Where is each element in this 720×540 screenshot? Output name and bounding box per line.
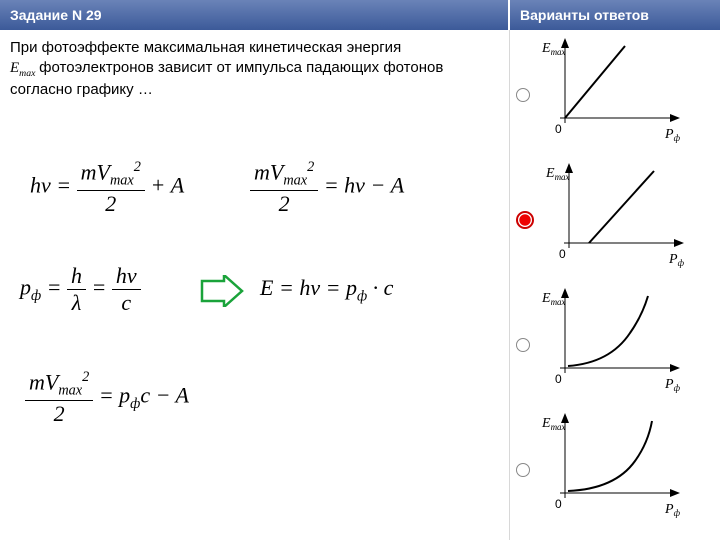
eq-mv2-sup: 2 (307, 159, 314, 175)
q-line2: фотоэлектронов зависит от импульса падаю… (10, 59, 443, 98)
eq-mv-sub: max (110, 173, 134, 189)
answer-option-1[interactable]: Emax 0 Pф (516, 38, 714, 151)
eq-e: E (260, 275, 273, 300)
answer-graph: Emax 0 Pф (540, 413, 690, 523)
eq-mv3-bot: 2 (25, 401, 93, 425)
svg-text:Pф: Pф (668, 252, 685, 268)
eq-lambda: λ (67, 290, 86, 314)
eq-p2-sub: ф (357, 288, 367, 304)
header-bar: Задание N 29 Варианты ответов (0, 0, 720, 30)
eq-mv2: mV (254, 159, 283, 184)
eq-hnu: hν (30, 173, 51, 198)
svg-text:0: 0 (555, 497, 562, 511)
equation-ke: mVmax2 2 = hν − A (250, 160, 404, 215)
svg-text:Emax: Emax (541, 41, 566, 57)
eq-frac-ke3: mVmax2 2 (25, 370, 93, 425)
eq-mv-sup: 2 (134, 159, 141, 175)
eq-p: p (20, 275, 31, 300)
answer-option-4[interactable]: Emax 0 Pф (516, 413, 714, 526)
content-area: При фотоэффекте максимальная кинетическа… (0, 30, 720, 540)
equation-einstein: hν = mVmax2 2 + A (30, 160, 184, 215)
eq-frac-ke2: mVmax2 2 (250, 160, 318, 215)
eq-frac-hnuc: hν c (112, 265, 141, 314)
radio-option-3[interactable] (516, 338, 530, 352)
svg-text:Emax: Emax (545, 166, 570, 182)
radio-option-2[interactable] (516, 211, 534, 229)
eq-p3: p (119, 383, 130, 408)
eq-plus-a: + A (150, 173, 184, 198)
q-symbol: Emax (10, 60, 39, 76)
eq-frac-hlambda: h λ (67, 265, 86, 314)
eq-h: h (67, 265, 86, 290)
question-text: При фотоэффекте максимальная кинетическа… (10, 38, 499, 101)
answers-title: Варианты ответов (510, 0, 720, 30)
svg-text:Pф: Pф (664, 377, 681, 393)
task-title: Задание N 29 (0, 0, 510, 30)
svg-text:Pф: Pф (664, 127, 681, 143)
svg-text:Pф: Pф (664, 502, 681, 518)
eq-mv3: mV (29, 369, 58, 394)
eq-mv3-sub: max (58, 383, 82, 399)
eq-frac-ke: mVmax2 2 (77, 160, 145, 215)
eq-c: c (112, 290, 141, 314)
radio-option-4[interactable] (516, 463, 530, 477)
svg-text:Emax: Emax (541, 416, 566, 432)
answer-option-2[interactable]: Emax 0 Pф (516, 163, 714, 276)
eq-p3-sub: ф (130, 396, 140, 412)
equation-final: mVmax2 2 = pфc − A (25, 370, 189, 425)
eq-mv2-bot: 2 (250, 191, 318, 215)
equation-energy-momentum: E = hν = pф · c (260, 275, 393, 305)
eq-minus-a2: − A (156, 383, 189, 408)
eq-hnu3: hν (299, 275, 320, 300)
eq-eqhnu: = hν (324, 173, 365, 198)
eq-p2: p (346, 275, 357, 300)
answer-graph: Emax 0 Pф (544, 163, 694, 273)
eq-mv2-sub: max (283, 173, 307, 189)
svg-text:0: 0 (555, 372, 562, 386)
svg-text:Emax: Emax (541, 291, 566, 307)
eq-mv3-sup: 2 (82, 369, 89, 385)
arrow-icon (200, 275, 244, 307)
q-sym-e: E (10, 60, 19, 76)
eq-mv-bot: 2 (77, 191, 145, 215)
q-sym-sub: max (19, 68, 35, 79)
answer-graph: Emax 0 Pф (540, 38, 690, 148)
answers-panel: Emax 0 Pф Emax 0 Pф Emax 0 Pф Emax 0 Pф (510, 30, 720, 540)
eq-mv: mV (81, 159, 110, 184)
svg-text:0: 0 (555, 122, 562, 136)
svg-text:0: 0 (559, 247, 566, 261)
answer-option-3[interactable]: Emax 0 Pф (516, 288, 714, 401)
eq-hnu2: hν (112, 265, 141, 290)
answer-graph: Emax 0 Pф (540, 288, 690, 398)
eq-p3-c: c (140, 383, 150, 408)
eq-dotc: · c (373, 275, 394, 300)
eq-p-sub: ф (31, 288, 41, 304)
question-panel: При фотоэффекте максимальная кинетическа… (0, 30, 510, 540)
q-line1: При фотоэффекте максимальная кинетическа… (10, 39, 401, 56)
equation-momentum: pф = h λ = hν c (20, 265, 141, 314)
radio-option-1[interactable] (516, 88, 530, 102)
eq-minus-a: − A (370, 173, 404, 198)
